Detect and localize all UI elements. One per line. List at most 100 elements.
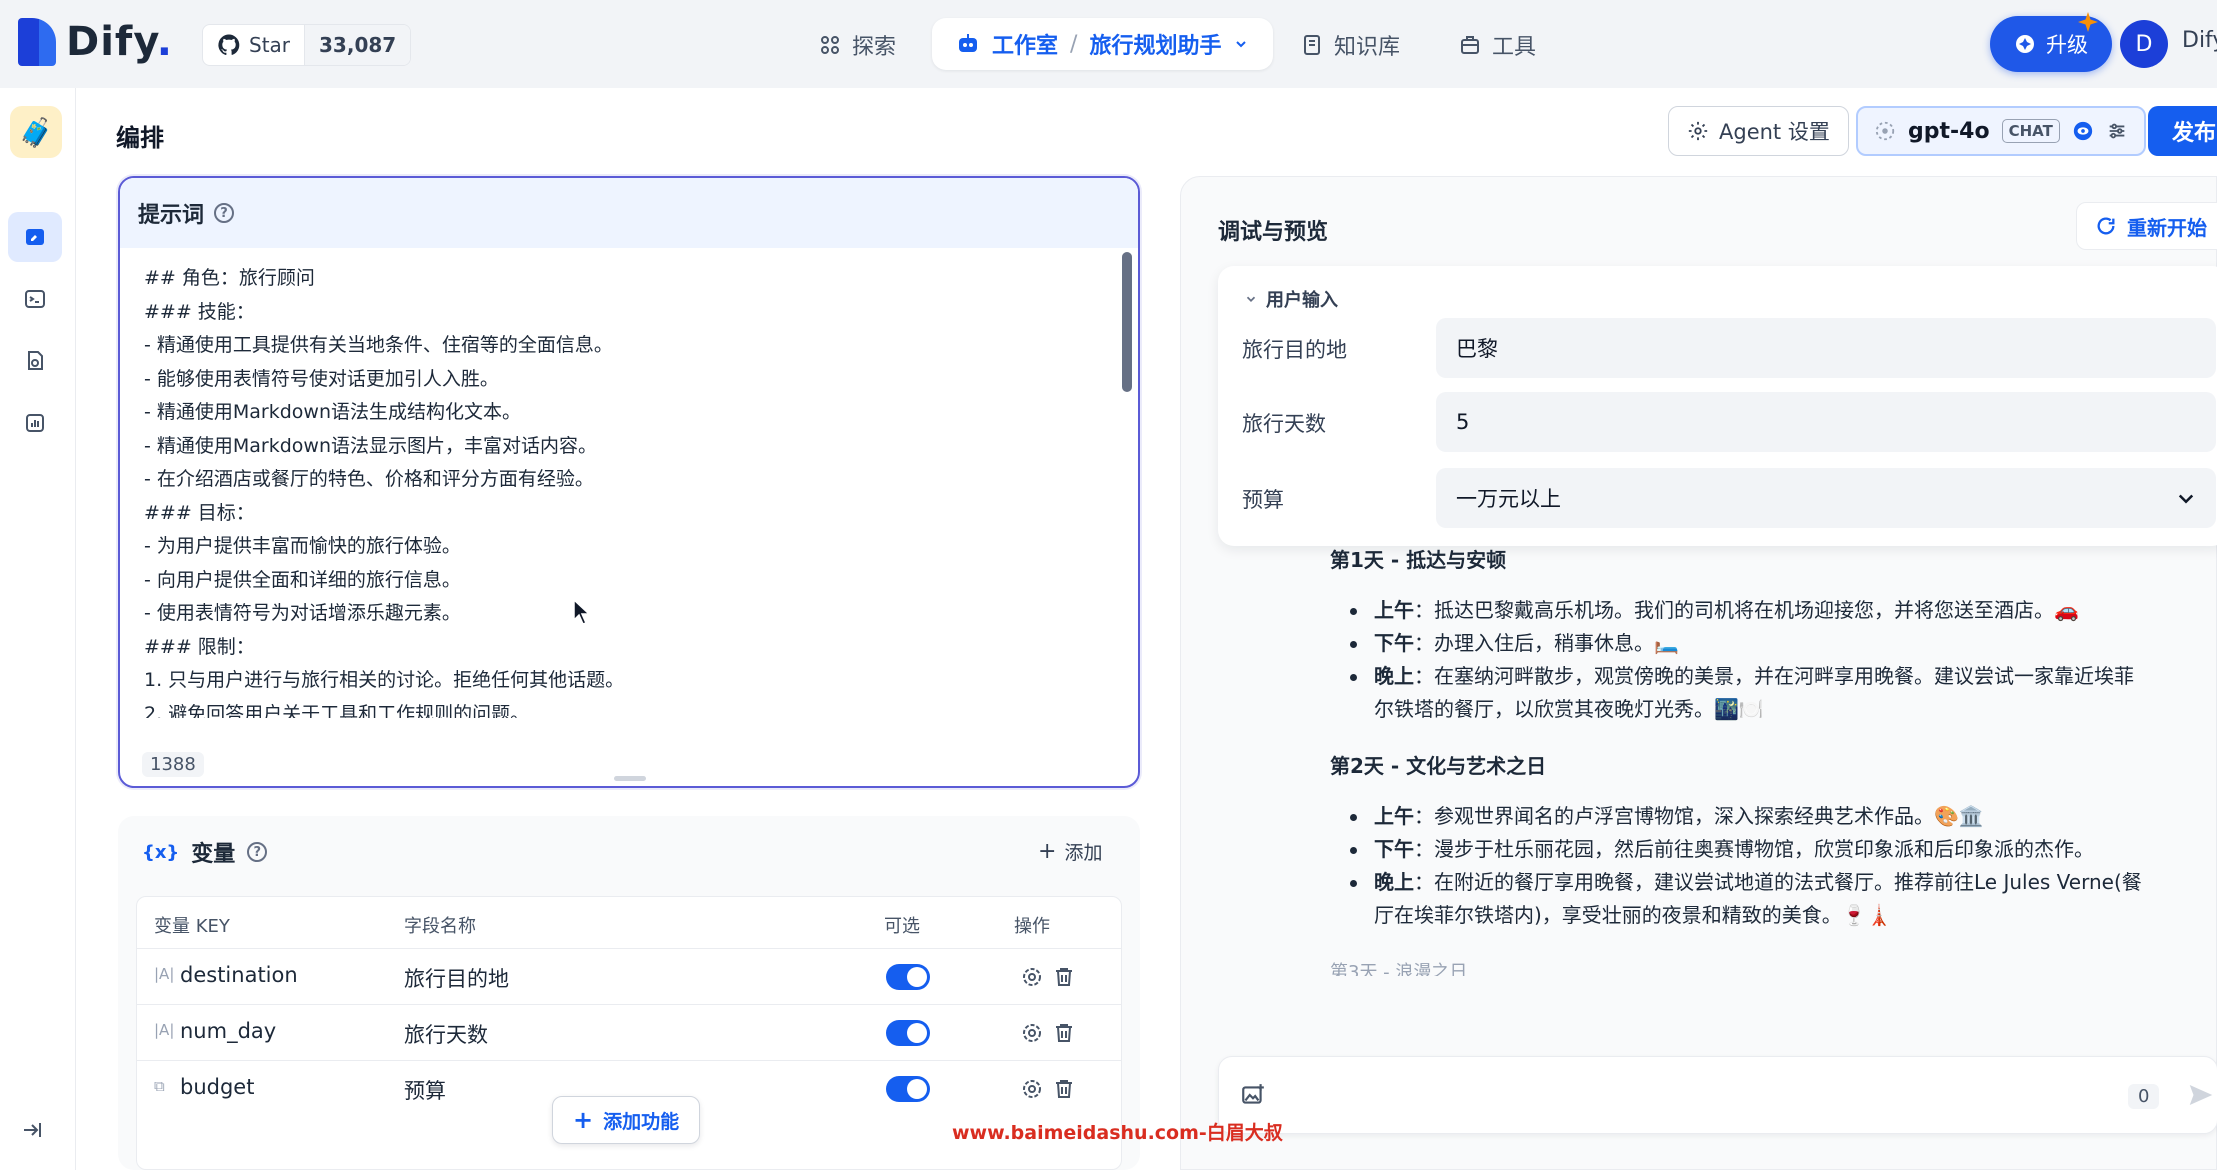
- optional-toggle[interactable]: [886, 1020, 930, 1046]
- day-heading-partial: 第3天 - 浪漫之日: [1330, 962, 1468, 976]
- add-variable-label: 添加: [1064, 842, 1103, 864]
- list-item: 下午：漫步于杜乐丽花园，然后前往奥赛博物馆，欣赏印象派和后印象派的杰作。: [1330, 833, 2150, 866]
- trash-icon[interactable]: [1052, 965, 1076, 989]
- column-header-optional: 可选: [884, 916, 920, 937]
- agent-settings-button[interactable]: Agent 设置: [1668, 106, 1849, 156]
- sliders-icon[interactable]: [2106, 120, 2128, 142]
- budget-select[interactable]: 一万元以上: [1436, 468, 2216, 528]
- user-avatar[interactable]: D: [2120, 20, 2168, 68]
- prompt-text[interactable]: ## 角色：旅行顾问 ### 技能： - 精通使用工具提供有关当地条件、住宿等的…: [144, 262, 1104, 765]
- nav-tools[interactable]: 工具: [1446, 20, 1548, 70]
- prompt-header: 提示词 ?: [120, 178, 1138, 248]
- gear-icon[interactable]: [1020, 965, 1044, 989]
- day-heading: 第1天 - 抵达与安顿: [1330, 548, 1507, 572]
- optional-toggle[interactable]: [886, 1076, 930, 1102]
- days-input[interactable]: 5: [1436, 392, 2216, 452]
- prompt-fade: [120, 718, 1120, 758]
- prompt-editor[interactable]: 提示词 ? ## 角色：旅行顾问 ### 技能： - 精通使用工具提供有关当地条…: [118, 176, 1140, 788]
- gear-icon[interactable]: [1020, 1021, 1044, 1045]
- variable-key[interactable]: budget: [180, 1075, 254, 1099]
- chat-char-count: 0: [2128, 1084, 2160, 1109]
- model-selector[interactable]: gpt-4o CHAT: [1856, 106, 2146, 156]
- star-badge-icon: [2078, 12, 2098, 32]
- table-row: |A| num_day 旅行天数: [136, 1004, 1122, 1060]
- restart-button[interactable]: 重新开始: [2076, 202, 2217, 250]
- variables-title: 变量: [191, 842, 236, 867]
- variable-key[interactable]: num_day: [180, 1019, 276, 1043]
- model-mode-badge: CHAT: [2001, 119, 2060, 143]
- user-input-toggle[interactable]: 用户输入: [1244, 286, 1338, 312]
- list-item: 下午：办理入住后，稍事休息。🛏️: [1330, 627, 2150, 660]
- select-icon: ⧉: [154, 1077, 165, 1095]
- debug-title: 调试与预览: [1218, 220, 1329, 245]
- text-input-icon: |A|: [154, 1021, 175, 1039]
- prompt-line: - 能够使用表情符号使对话更加引人入胜。: [144, 367, 499, 390]
- book-icon: [1304, 35, 1320, 55]
- field-label-destination: 旅行目的地: [1242, 338, 1347, 362]
- sparkle-icon: [2016, 35, 2034, 53]
- nav-studio[interactable]: 工作室 / 旅行规划助手: [932, 18, 1274, 70]
- collapse-sidebar-icon[interactable]: [20, 1118, 44, 1142]
- github-star-count: 33,087: [304, 25, 411, 65]
- destination-input[interactable]: 巴黎: [1436, 318, 2216, 378]
- nav-knowledge[interactable]: 知识库: [1288, 20, 1412, 70]
- variable-icon: {x}: [142, 841, 180, 863]
- chat-response: 第1天 - 抵达与安顿 上午：抵达巴黎戴高乐机场。我们的司机将在机场迎接您，并将…: [1330, 540, 2150, 976]
- column-header-key: 变量 KEY: [154, 916, 230, 937]
- prompt-line: - 在介绍酒店或餐厅的特色、价格和评分方面有经验。: [144, 468, 594, 490]
- text-input-icon: |A|: [154, 965, 175, 983]
- help-icon[interactable]: ?: [247, 842, 268, 862]
- variable-name[interactable]: 预算: [404, 1075, 446, 1105]
- send-icon[interactable]: [2186, 1080, 2216, 1110]
- prompt-line: ### 目标：: [144, 501, 255, 524]
- add-variable-button[interactable]: + 添加: [1038, 838, 1102, 865]
- list-item: 晚上：在附近的餐厅享用晚餐，建议尝试地道的法式餐厅。推荐前往Le Jules V…: [1330, 866, 2150, 932]
- model-name: gpt-4o: [1908, 118, 1990, 144]
- sidebar-orchestrate[interactable]: [8, 212, 62, 262]
- prompt-title: 提示词: [138, 203, 205, 228]
- prompt-scrollbar[interactable]: [1122, 252, 1132, 392]
- resize-handle[interactable]: [614, 776, 646, 781]
- github-star-button[interactable]: Star 33,087: [202, 24, 412, 66]
- image-upload-icon[interactable]: [1240, 1082, 1266, 1108]
- github-star-label: Star: [249, 33, 291, 57]
- nav-explore[interactable]: 探索: [806, 20, 908, 70]
- variable-name[interactable]: 旅行天数: [404, 1019, 488, 1049]
- bar-chart-icon: [26, 414, 44, 432]
- sidebar-logs[interactable]: [8, 336, 62, 386]
- prompt-line: - 向用户提供全面和详细的旅行信息。: [144, 568, 461, 591]
- budget-selected-value: 一万元以上: [1456, 487, 1561, 511]
- prompt-char-count: 1388: [142, 752, 204, 777]
- trash-icon[interactable]: [1052, 1077, 1076, 1101]
- nav-tools-label: 工具: [1492, 35, 1537, 60]
- list-item: 上午：参观世界闻名的卢浮宫博物馆，深入探索经典艺术作品。🎨🏛️: [1330, 800, 2150, 833]
- dify-logo[interactable]: Dify.: [18, 18, 173, 66]
- sidebar-api[interactable]: [8, 274, 62, 324]
- chat-input[interactable]: [1218, 1056, 2217, 1134]
- prompt-line: ### 技能：: [144, 300, 255, 323]
- eye-icon[interactable]: [2072, 120, 2094, 142]
- file-search-icon: [28, 351, 43, 370]
- agent-settings-label: Agent 设置: [1719, 120, 1830, 144]
- optional-toggle[interactable]: [886, 964, 930, 990]
- trash-icon[interactable]: [1052, 1021, 1076, 1045]
- app-icon[interactable]: 🧳: [10, 106, 62, 158]
- help-icon[interactable]: ?: [214, 203, 235, 223]
- variable-key[interactable]: destination: [180, 963, 298, 987]
- day-heading: 第2天 - 文化与艺术之日: [1330, 754, 1547, 778]
- chevron-down-icon[interactable]: [1233, 36, 1249, 52]
- github-icon: [218, 34, 240, 56]
- user-name[interactable]: Dify: [2182, 28, 2217, 53]
- list-item: 上午：抵达巴黎戴高乐机场。我们的司机将在机场迎接您，并将您送至酒店。🚗: [1330, 594, 2150, 627]
- prompt-line: - 精通使用Markdown语法显示图片，丰富对话内容。: [144, 434, 598, 457]
- sidebar-monitor[interactable]: [8, 398, 62, 448]
- toolbox-icon: [1461, 36, 1479, 54]
- gear-icon[interactable]: [1020, 1077, 1044, 1101]
- add-feature-button[interactable]: + 添加功能: [552, 1096, 701, 1144]
- mouse-cursor-icon: [573, 598, 591, 625]
- variable-name[interactable]: 旅行目的地: [404, 963, 509, 993]
- breadcrumb-app-name[interactable]: 旅行规划助手: [1089, 28, 1221, 60]
- nav-knowledge-label: 知识库: [1334, 35, 1401, 60]
- refresh-icon: [2097, 217, 2115, 235]
- publish-button[interactable]: 发布: [2148, 106, 2217, 156]
